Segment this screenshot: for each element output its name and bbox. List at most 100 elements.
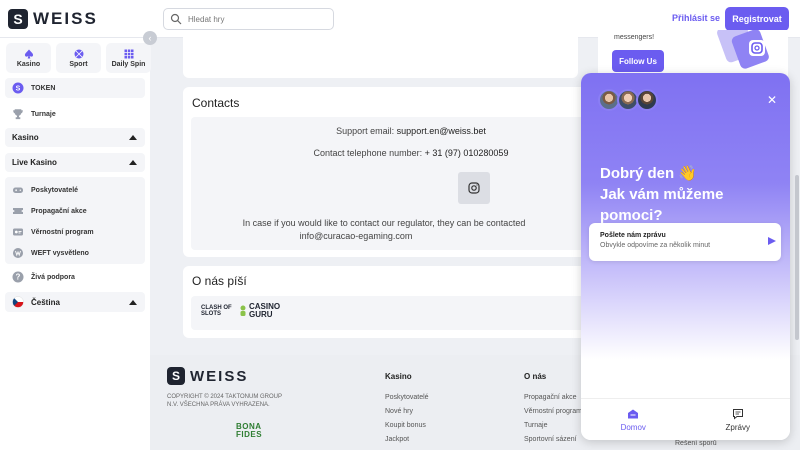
- phone-label: Contact telephone number:: [313, 148, 423, 158]
- promo-card: messengers! Follow Us: [598, 30, 788, 78]
- sidebar-item-providers[interactable]: Poskytovatelé: [5, 181, 145, 199]
- tile-label: Daily Spin: [111, 60, 146, 68]
- support-email-line: Support email: support.en@weiss.bet: [186, 126, 636, 136]
- tile-casino[interactable]: Kasino: [6, 43, 51, 73]
- send-icon: [768, 237, 776, 245]
- footer-link[interactable]: Koupit bonus: [385, 422, 429, 429]
- phone-link[interactable]: + 31 (97) 010280059: [425, 148, 509, 158]
- help-icon: ?: [12, 271, 24, 283]
- search-icon: [170, 13, 182, 25]
- trophy-icon: [13, 109, 23, 120]
- language-label: Čeština: [31, 297, 60, 307]
- chat-tab-home[interactable]: Domov: [581, 399, 686, 440]
- chat-tab-label: Domov: [620, 422, 646, 432]
- support-email-link[interactable]: support.en@weiss.bet: [397, 126, 486, 136]
- close-icon[interactable]: ✕: [767, 93, 777, 107]
- language-selector[interactable]: Čeština: [5, 292, 145, 312]
- tile-sport[interactable]: Sport: [56, 43, 101, 73]
- clash-of-slots-text: CLASH OF SLOTS: [201, 305, 232, 317]
- follow-us-button[interactable]: Follow Us: [612, 50, 664, 72]
- instagram-button[interactable]: [458, 172, 490, 204]
- logo-mark: S: [167, 367, 185, 385]
- search-input[interactable]: [188, 14, 328, 24]
- chat-tab-label: Zprávy: [725, 422, 750, 432]
- sidebar-item-tournaments[interactable]: Turnaje: [5, 105, 145, 123]
- grid-icon: [124, 49, 133, 58]
- caret-up-icon: [129, 135, 137, 140]
- greeting-line: Jak vám můžeme: [600, 186, 724, 203]
- chat-greeting: Dobrý den 👋 Jak vám můžeme pomoci?: [600, 163, 780, 226]
- copyright-line: N.V. VŠECHNA PRÁVA VYHRAZENA.: [167, 402, 270, 408]
- press-card: O nás píší CLASH OF SLOTS CASINO GURU: [183, 266, 611, 338]
- footer-col-casino: Kasino Poskytovatelé Nové hry Koupit bon…: [385, 372, 429, 450]
- sidebar-item-live-support[interactable]: ? Živá podpora: [5, 268, 145, 286]
- regulator-email-link[interactable]: info@curacao-egaming.com: [131, 231, 581, 241]
- copyright: COPYRIGHT © 2024 TAKTONUM GROUP N.V. VŠE…: [167, 393, 307, 409]
- sidebar-item-label: WEFT vysvětleno: [31, 249, 89, 257]
- bona-fides-text: BONA FIDES: [236, 422, 263, 439]
- sidebar-item-token[interactable]: S TOKEN: [5, 78, 145, 98]
- section-label: Live Kasino: [12, 158, 57, 167]
- section-label: Kasino: [12, 133, 39, 142]
- footer-link[interactable]: Věrnostní program: [524, 408, 582, 415]
- sidebar-item-label: Poskytovatelé: [31, 186, 79, 194]
- caret-up-icon: [129, 299, 137, 305]
- support-avatars: [598, 89, 658, 111]
- logo-text: WEISS: [33, 9, 98, 28]
- bona-fides-badge[interactable]: BONA FIDES: [236, 423, 271, 443]
- copyright-line: COPYRIGHT © 2024 TAKTONUM GROUP: [167, 394, 283, 400]
- tile-label: Kasino: [16, 60, 41, 68]
- footer-col-title: O nás: [524, 372, 547, 381]
- svg-text:?: ?: [16, 273, 21, 282]
- token-icon: S: [12, 82, 24, 94]
- footer-logo[interactable]: S WEISS: [167, 367, 248, 385]
- sidebar-item-label: Věrnostní program: [31, 228, 94, 236]
- footer-link[interactable]: Propagační akce: [524, 394, 582, 401]
- chat-tab-messages[interactable]: Zprávy: [686, 399, 791, 440]
- sidebar-item-label: TOKEN: [31, 84, 56, 92]
- weiss-logo[interactable]: S WEISS: [8, 9, 98, 29]
- footer-link[interactable]: Poskytovatelé: [385, 394, 429, 401]
- send-message-card[interactable]: Pošlete nám zprávu Obvykle odpovíme za n…: [589, 223, 781, 261]
- phone-line: Contact telephone number: + 31 (97) 0102…: [186, 148, 636, 158]
- sidebar-item-loyalty[interactable]: Věrnostní program: [5, 223, 145, 241]
- avatar: [636, 89, 658, 111]
- sidebar-section-live-casino[interactable]: Live Kasino: [5, 153, 145, 172]
- ball-icon: [74, 49, 83, 58]
- casino-guru-logo[interactable]: CASINO GURU: [239, 302, 281, 319]
- tile-daily-spin[interactable]: Daily Spin: [106, 43, 151, 73]
- sidebar-item-label: Živá podpora: [31, 273, 75, 281]
- sidebar: Kasino Sport Daily Spin S TOKEN Turnaje …: [0, 38, 151, 450]
- sidebar-section-casino[interactable]: Kasino: [5, 128, 145, 147]
- sidebar-item-promotions[interactable]: Propagační akce: [5, 202, 145, 220]
- guru-mark-icon: [240, 305, 246, 316]
- contacts-card: Contacts Support email: support.en@weiss…: [183, 87, 641, 257]
- sidebar-item-label: Turnaje: [31, 110, 56, 118]
- czech-flag-icon: [12, 296, 24, 308]
- register-button[interactable]: Registrovat: [725, 7, 789, 31]
- messages-icon: [732, 408, 743, 420]
- login-link[interactable]: Přihlásit se: [672, 13, 720, 23]
- casino-guru-text: CASINO GURU: [249, 302, 281, 319]
- footer-link[interactable]: Řešení sporů: [675, 440, 717, 447]
- message-subtitle: Obvykle odpovíme za několik minut: [600, 242, 711, 249]
- support-email-label: Support email:: [336, 126, 395, 136]
- chat-nav: Domov Zprávy: [581, 398, 790, 440]
- footer-link[interactable]: Jackpot: [385, 436, 429, 443]
- sidebar-item-weft[interactable]: WEFT vysvětleno: [5, 244, 145, 262]
- sidebar-tiles: Kasino Sport Daily Spin: [6, 43, 151, 73]
- phone-illustration-icon: [717, 30, 769, 69]
- footer-link[interactable]: Turnaje: [524, 422, 582, 429]
- page-scrollbar[interactable]: [795, 175, 799, 340]
- press-logos-box: CLASH OF SLOTS CASINO GURU: [191, 296, 611, 330]
- svg-text:S: S: [16, 86, 21, 93]
- search-box[interactable]: [163, 8, 334, 30]
- contacts-box: Support email: support.en@weiss.bet Cont…: [191, 117, 641, 250]
- sidebar-item-label: Propagační akce: [31, 207, 87, 215]
- footer-link[interactable]: Sportovní sázení: [524, 436, 582, 443]
- footer-link[interactable]: Nové hry: [385, 408, 429, 415]
- contacts-title: Contacts: [192, 96, 240, 110]
- clash-of-slots-logo[interactable]: CLASH OF SLOTS: [201, 305, 233, 321]
- sidebar-collapse-button[interactable]: ‹: [143, 31, 157, 45]
- greeting-line: Dobrý den 👋: [600, 165, 698, 182]
